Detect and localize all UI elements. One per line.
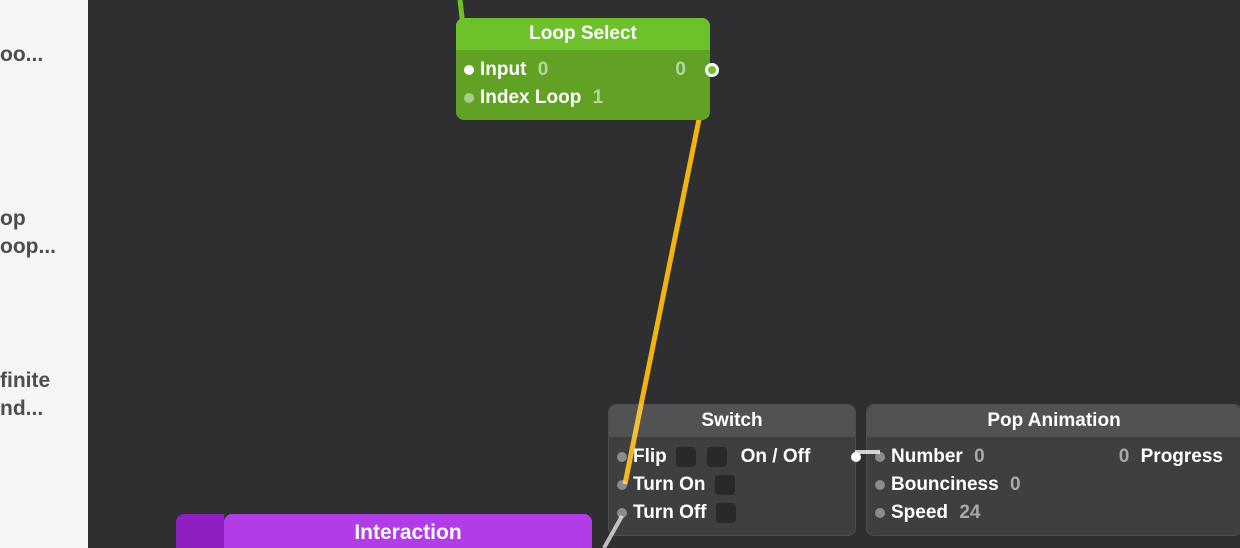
port-label: Input xyxy=(480,59,526,80)
input-port-turn-on[interactable]: Turn On xyxy=(609,471,855,499)
sidebar-item[interactable]: oo... xyxy=(0,42,88,68)
port-in-icon[interactable] xyxy=(875,508,885,518)
sidebar-item[interactable]: nd... xyxy=(0,396,88,422)
input-port-flip[interactable]: Flip On / Off xyxy=(609,443,855,471)
port-in-icon[interactable] xyxy=(617,452,627,462)
input-port-speed[interactable]: Speed 24 xyxy=(867,499,1240,527)
node-pop-animation[interactable]: Pop Animation Number 0 0 Progress Bounci… xyxy=(866,404,1240,536)
value-checkbox[interactable] xyxy=(715,475,735,495)
port-in-icon[interactable] xyxy=(617,508,627,518)
port-in-icon[interactable] xyxy=(875,480,885,490)
port-value[interactable]: 0 xyxy=(1010,474,1021,495)
node-title: Interaction xyxy=(224,514,592,548)
port-label: Number xyxy=(891,446,963,467)
port-in-icon[interactable] xyxy=(464,65,474,75)
sidebar-item[interactable]: oop... xyxy=(0,234,88,260)
node-title: Pop Animation xyxy=(867,405,1240,437)
node-loop-select[interactable]: Loop Select Input 0 0 Index Loop 1 xyxy=(456,18,710,120)
node-interaction[interactable]: Interaction xyxy=(224,514,592,548)
input-port-number[interactable]: Number 0 0 Progress xyxy=(867,443,1240,471)
input-port-turn-off[interactable]: Turn Off xyxy=(609,499,855,527)
value-checkbox[interactable] xyxy=(707,447,727,467)
port-in-icon[interactable] xyxy=(464,93,474,103)
node-title: Switch xyxy=(609,405,855,437)
port-label: Turn On xyxy=(633,474,705,495)
port-value[interactable]: 1 xyxy=(593,87,604,108)
input-port-index-loop[interactable]: Index Loop 1 xyxy=(456,84,710,112)
node-switch[interactable]: Switch Flip On / Off Turn On Turn Off xyxy=(608,404,856,536)
input-port-bounciness[interactable]: Bounciness 0 xyxy=(867,471,1240,499)
port-out-value: 0 xyxy=(675,59,686,80)
port-label: On / Off xyxy=(741,446,811,467)
port-in-icon[interactable] xyxy=(875,452,885,462)
port-label: Speed xyxy=(891,502,948,523)
port-label: Bounciness xyxy=(891,474,999,495)
sidebar-item[interactable]: op xyxy=(0,206,88,232)
canvas[interactable]: { "sidebar": { "i0": "oo...", "i1": "op"… xyxy=(0,0,1240,548)
patch-library-fragment: oo... op oop... finite nd... xyxy=(0,0,88,548)
port-out-value: 0 xyxy=(1119,446,1130,467)
sidebar-item[interactable]: finite xyxy=(0,368,88,394)
port-label: Turn Off xyxy=(633,502,707,523)
port-label: Flip xyxy=(633,446,667,467)
value-checkbox[interactable] xyxy=(676,447,696,467)
port-label: Progress xyxy=(1141,446,1223,467)
port-in-icon[interactable] xyxy=(617,480,627,490)
port-label: Index Loop xyxy=(480,87,581,108)
port-out-icon[interactable] xyxy=(851,452,861,462)
node-title: Loop Select xyxy=(456,18,710,50)
port-out-icon[interactable] xyxy=(705,63,719,77)
port-value[interactable]: 0 xyxy=(538,59,549,80)
input-port-input[interactable]: Input 0 0 xyxy=(456,56,710,84)
port-value[interactable]: 0 xyxy=(974,446,985,467)
value-checkbox[interactable] xyxy=(716,503,736,523)
node-side-tab[interactable] xyxy=(176,514,224,548)
port-value[interactable]: 24 xyxy=(959,502,980,523)
